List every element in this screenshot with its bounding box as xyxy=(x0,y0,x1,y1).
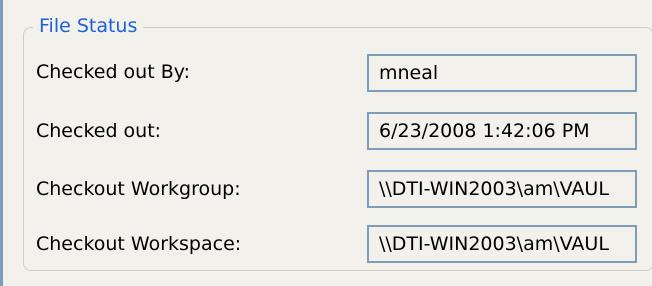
checked-out-label: Checked out: xyxy=(36,120,162,142)
checked-out-by-field[interactable]: mneal xyxy=(367,54,637,92)
file-status-legend: File Status xyxy=(33,14,144,38)
checked-out-field[interactable]: 6/23/2008 1:42:06 PM xyxy=(367,112,637,150)
checkout-workgroup-label: Checkout Workgroup: xyxy=(36,178,241,200)
checkout-workspace-field[interactable]: \\DTI-WIN2003\am\VAUL xyxy=(367,225,637,263)
file-status-panel: File Status Checked out By: mneal Checke… xyxy=(0,0,652,286)
checked-out-by-label: Checked out By: xyxy=(36,61,191,83)
checkout-workspace-label: Checkout Workspace: xyxy=(36,233,242,255)
checkout-workgroup-field[interactable]: \\DTI-WIN2003\am\VAUL xyxy=(367,170,637,208)
